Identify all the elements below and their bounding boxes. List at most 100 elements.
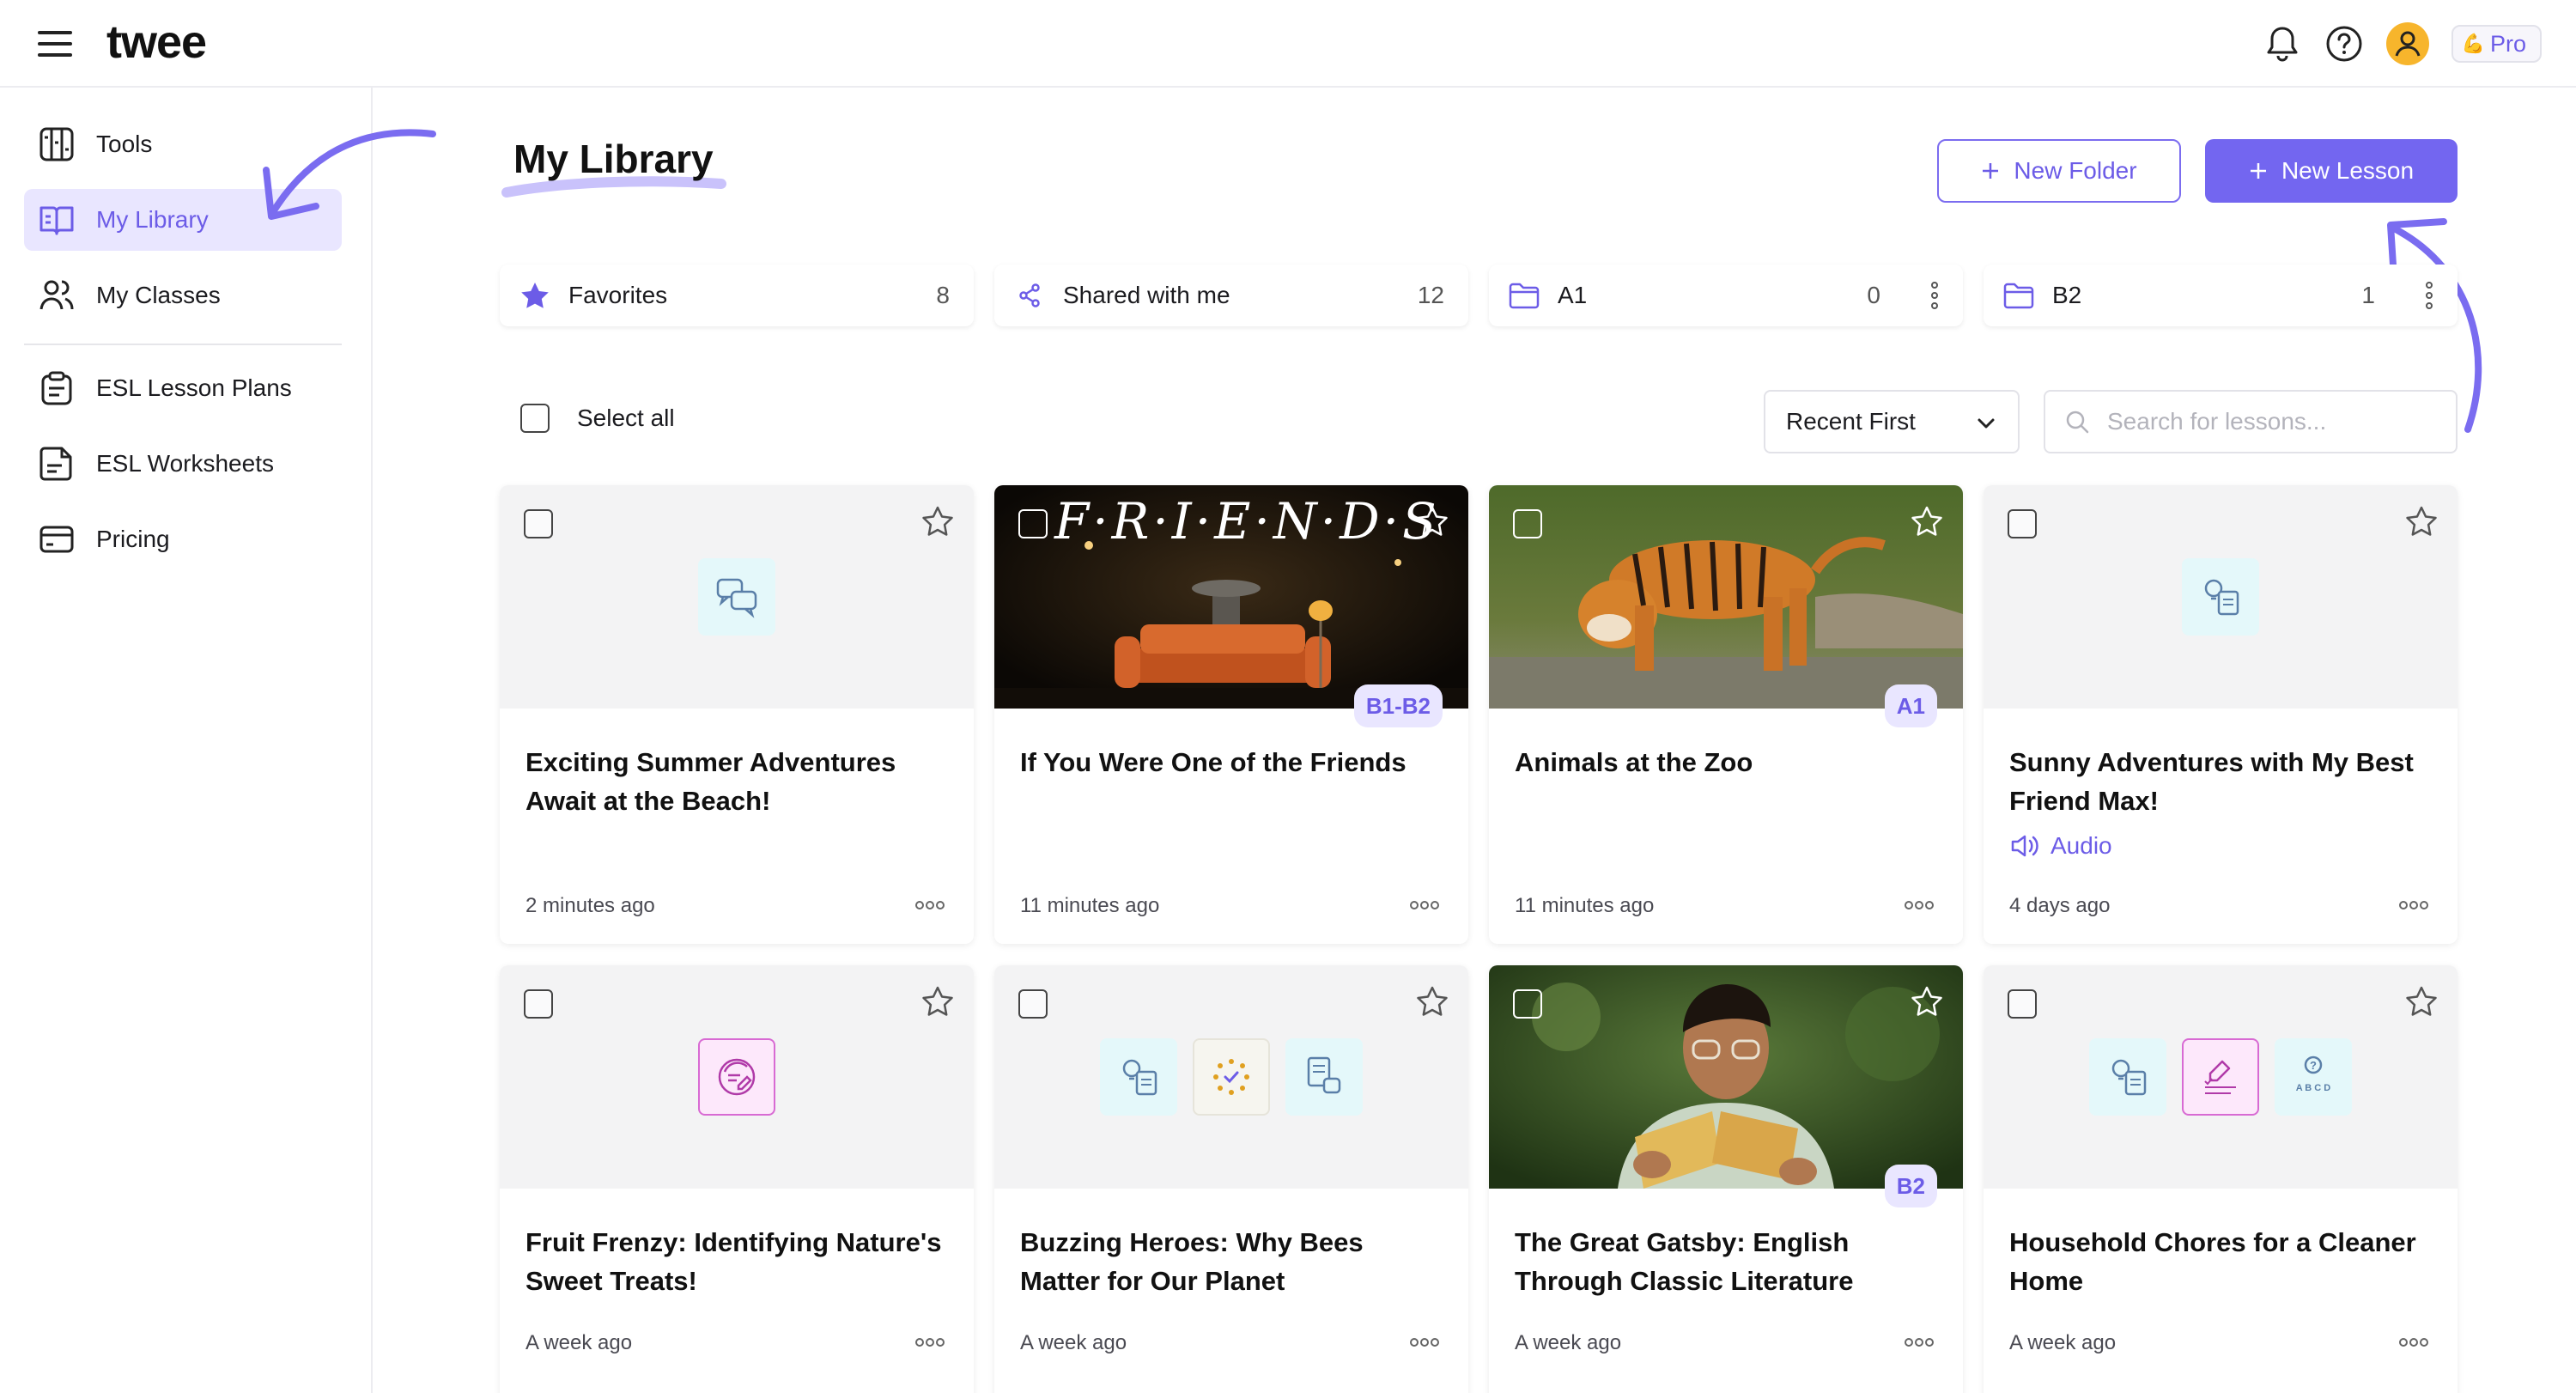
lesson-card[interactable]: ? A B C D Household Chores for a Cleaner … <box>1984 965 2458 1393</box>
star-outline-icon[interactable] <box>920 504 955 538</box>
folder-count: 8 <box>936 282 950 308</box>
star-outline-icon[interactable] <box>1910 504 1944 538</box>
sidebar-item-esl-lesson-plans[interactable]: ESL Lesson Plans <box>24 357 342 419</box>
more-horizontal-icon[interactable] <box>1410 901 1439 909</box>
lesson-thumbnail <box>994 965 1468 1189</box>
idea-doc-icon <box>1100 1038 1177 1116</box>
app-logo[interactable]: twee <box>106 15 207 69</box>
speaker-icon <box>2011 835 2038 857</box>
more-vertical-icon[interactable] <box>1930 282 1939 309</box>
folder-icon <box>2002 282 2035 309</box>
lesson-checkbox[interactable] <box>1513 989 1542 1019</box>
lesson-checkbox[interactable] <box>1513 509 1542 538</box>
help-icon[interactable] <box>2324 24 2364 64</box>
lesson-checkbox[interactable] <box>524 509 553 538</box>
lesson-time: A week ago <box>2009 1331 2117 1354</box>
level-badge: B2 <box>1884 1165 1937 1207</box>
lesson-title: Animals at the Zoo <box>1515 747 1753 777</box>
lesson-checkbox[interactable] <box>1018 509 1048 538</box>
more-horizontal-icon[interactable] <box>915 1338 945 1347</box>
folder-a1[interactable]: A1 0 <box>1489 265 1963 326</box>
more-horizontal-icon[interactable] <box>2399 901 2428 909</box>
page-title: My Library <box>513 137 714 181</box>
more-horizontal-icon[interactable] <box>1410 1338 1439 1347</box>
sort-selected: Recent First <box>1786 408 1916 435</box>
lesson-title: The Great Gatsby: English Through Classi… <box>1515 1227 1854 1296</box>
lesson-card[interactable]: Sunny Adventures with My Best Friend Max… <box>1984 485 2458 944</box>
lesson-card[interactable]: Exciting Summer Adventures Await at the … <box>500 485 974 944</box>
lesson-checkbox[interactable] <box>524 989 553 1019</box>
lesson-thumbnail <box>1489 965 1963 1189</box>
lesson-card[interactable]: F·R·I·E·N·D·S B1-B2 If You Were One of t… <box>994 485 1468 944</box>
star-outline-icon[interactable] <box>1415 984 1449 1019</box>
users-icon <box>39 280 74 310</box>
search-icon <box>2066 411 2089 434</box>
more-horizontal-icon[interactable] <box>1905 1338 1934 1347</box>
new-folder-button[interactable]: New Folder <box>1937 139 2181 203</box>
select-all-label: Select all <box>577 405 675 431</box>
lesson-card[interactable]: A1 Animals at the Zoo 11 minutes ago <box>1489 485 1963 944</box>
top-bar: twee 💪 Pro <box>0 0 2576 88</box>
folder-b2[interactable]: B2 1 <box>1984 265 2458 326</box>
user-avatar[interactable] <box>2385 22 2429 65</box>
lesson-title: Exciting Summer Adventures Await at the … <box>526 747 896 816</box>
chat-bubbles-icon <box>698 558 775 636</box>
lesson-title: Sunny Adventures with My Best Friend Max… <box>2009 747 2414 816</box>
sidebar-item-pricing[interactable]: Pricing <box>24 508 342 570</box>
select-all-checkbox[interactable] <box>520 404 550 433</box>
lesson-time: 4 days ago <box>2009 894 2111 917</box>
folder-count: 1 <box>2361 282 2375 308</box>
more-horizontal-icon[interactable] <box>915 901 945 909</box>
star-outline-icon[interactable] <box>1415 504 1449 538</box>
lesson-thumbnail: F·R·I·E·N·D·S <box>994 485 1468 709</box>
search-input[interactable] <box>2107 408 2433 435</box>
reader-photo <box>1489 965 1963 1189</box>
folder-label: Shared with me <box>1063 282 1230 308</box>
lesson-checkbox[interactable] <box>2008 509 2037 538</box>
sort-dropdown[interactable]: Recent First <box>1764 390 2020 453</box>
lesson-checkbox[interactable] <box>2008 989 2037 1019</box>
lesson-thumbnail <box>500 485 974 709</box>
lesson-time: 11 minutes ago <box>1020 894 1160 917</box>
lesson-time: 11 minutes ago <box>1515 894 1655 917</box>
lesson-checkbox[interactable] <box>1018 989 1048 1019</box>
sidebar-item-esl-worksheets[interactable]: ESL Worksheets <box>24 433 342 495</box>
lesson-title: Fruit Frenzy: Identifying Nature's Sweet… <box>526 1227 942 1296</box>
more-vertical-icon[interactable] <box>2425 282 2433 309</box>
folder-shared-with-me[interactable]: Shared with me 12 <box>994 265 1468 326</box>
lesson-card[interactable]: Fruit Frenzy: Identifying Nature's Sweet… <box>500 965 974 1393</box>
new-lesson-label: New Lesson <box>2281 157 2415 184</box>
audio-tag: Audio <box>2009 832 2112 860</box>
idea-doc-icon <box>2089 1038 2166 1116</box>
plus-icon <box>2250 163 2266 179</box>
more-horizontal-icon[interactable] <box>1905 901 1934 909</box>
folder-label: A1 <box>1558 282 1588 308</box>
new-lesson-button[interactable]: New Lesson <box>2205 139 2458 203</box>
lesson-card[interactable]: B2 The Great Gatsby: English Through Cla… <box>1489 965 1963 1393</box>
folder-favorites[interactable]: Favorites 8 <box>500 265 974 326</box>
credit-card-icon <box>39 526 74 553</box>
pro-badge[interactable]: 💪 Pro <box>2451 25 2542 63</box>
folder-count: 0 <box>1867 282 1880 308</box>
star-outline-icon[interactable] <box>1910 984 1944 1019</box>
star-filled-icon <box>519 281 551 310</box>
sidebar-item-my-classes[interactable]: My Classes <box>24 265 342 326</box>
sidebar-item-label: My Classes <box>96 282 221 308</box>
friends-logo-text: F·R·I·E·N·D·S <box>1054 492 1440 551</box>
sidebar: Tools My Library My Classes ESL Lesson P… <box>0 88 373 1393</box>
lesson-time: A week ago <box>1020 1331 1127 1354</box>
star-outline-icon[interactable] <box>2404 504 2439 538</box>
bell-icon[interactable] <box>2263 24 2302 64</box>
chevron-down-icon <box>1978 418 1995 429</box>
lesson-card[interactable]: Buzzing Heroes: Why Bees Matter for Our … <box>994 965 1468 1393</box>
sidebar-item-label: My Library <box>96 206 209 233</box>
annotation-arrow-library <box>263 129 436 220</box>
lesson-title: Household Chores for a Cleaner Home <box>2009 1227 2416 1296</box>
star-outline-icon[interactable] <box>2404 984 2439 1019</box>
search-box[interactable] <box>2044 390 2458 453</box>
select-all[interactable]: Select all <box>520 404 675 433</box>
lesson-thumbnail: ? A B C D <box>1984 965 2458 1189</box>
more-horizontal-icon[interactable] <box>2399 1338 2428 1347</box>
menu-icon[interactable] <box>38 31 74 57</box>
star-outline-icon[interactable] <box>920 984 955 1019</box>
